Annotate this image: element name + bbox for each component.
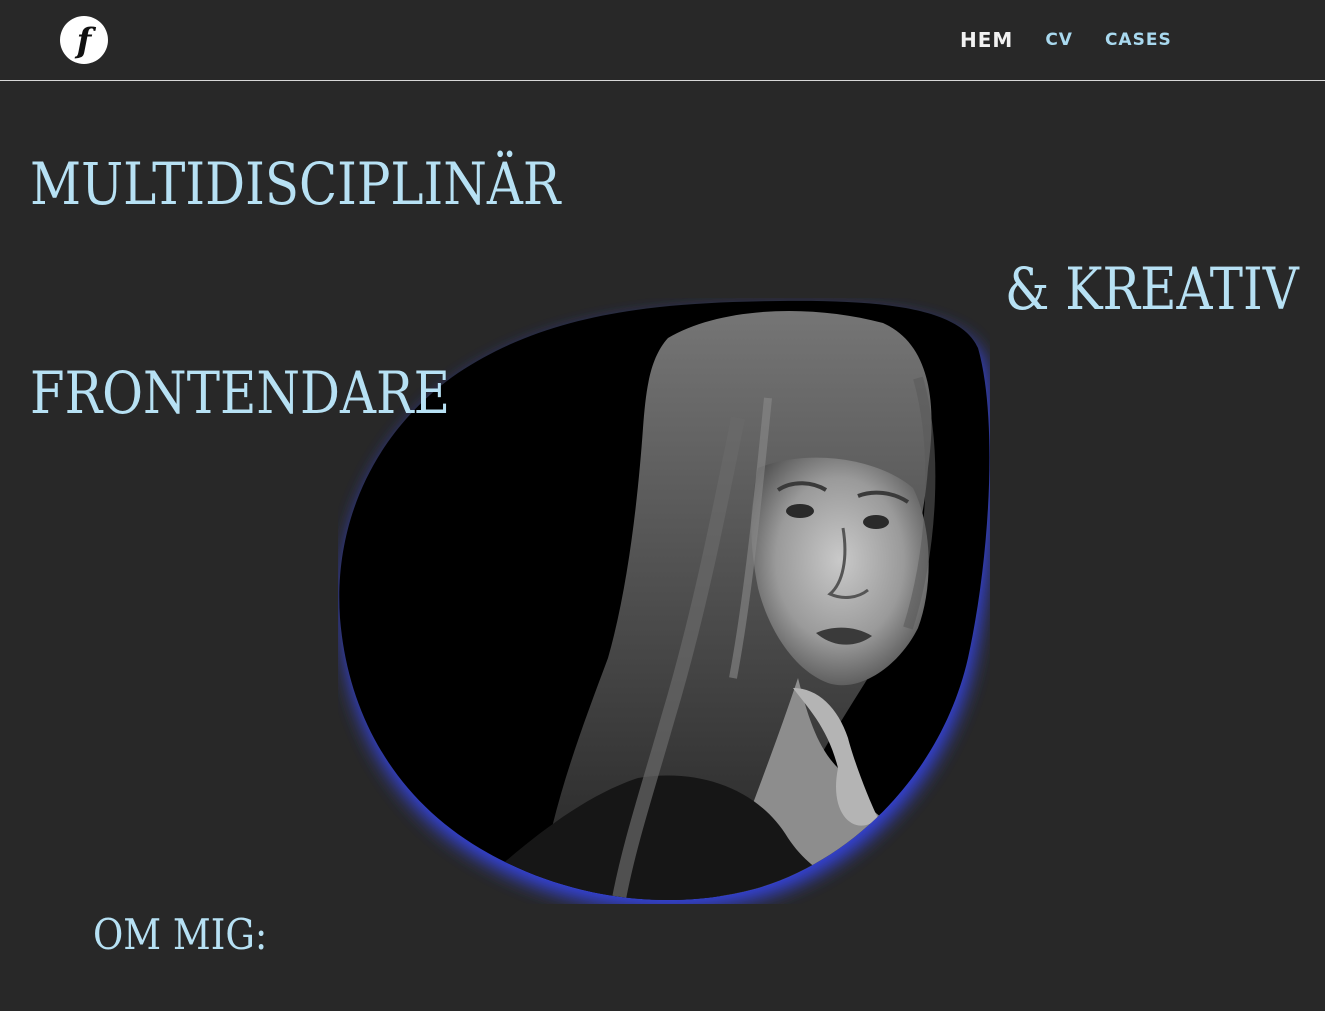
nav-cases-link[interactable]: CASES (1105, 28, 1172, 52)
logo-icon[interactable]: f (60, 16, 108, 64)
main-nav: HEM CV CASES (960, 28, 1172, 52)
nav-cv-link[interactable]: CV (1045, 28, 1073, 52)
about-heading: OM MIG: (93, 910, 268, 959)
logo-letter: f (76, 21, 92, 61)
site-header: f HEM CV CASES (0, 0, 1325, 81)
hero-line-1: MULTIDISCIPLINÄR (30, 150, 561, 218)
hero-line-3: FRONTENDARE (30, 359, 451, 427)
nav-home-link[interactable]: HEM (960, 28, 1013, 52)
hero-line-2: & KREATIV (1005, 255, 1299, 323)
